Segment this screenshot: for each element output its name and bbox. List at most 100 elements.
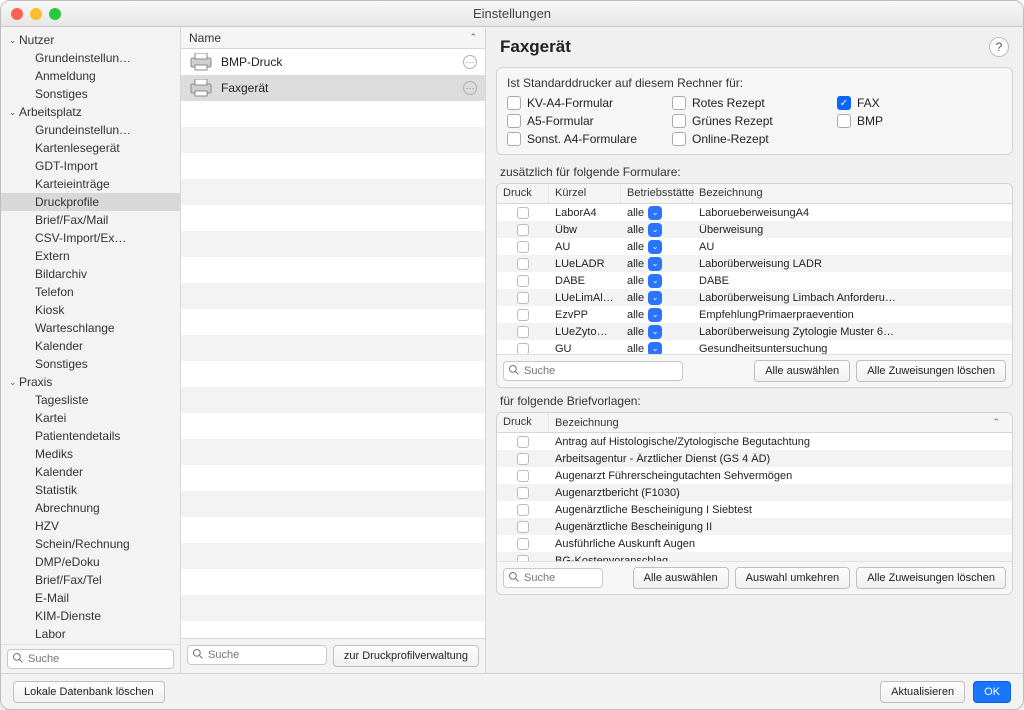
- popup-arrow-icon[interactable]: ⌄: [648, 308, 662, 322]
- forms-select-all-button[interactable]: Alle auswählen: [754, 360, 850, 382]
- sidebar-item[interactable]: Grundeinstellun…: [1, 49, 180, 67]
- row-checkbox[interactable]: [517, 207, 529, 219]
- profile-row[interactable]: Faxgerät⋯: [181, 75, 485, 101]
- col-bez-header[interactable]: Bezeichnung: [693, 184, 1012, 203]
- table-row[interactable]: Augenarzt Führerscheingutachten Sehvermö…: [497, 467, 1012, 484]
- sidebar-group[interactable]: ⌄Praxis: [1, 373, 180, 391]
- sidebar-item[interactable]: Grundeinstellun…: [1, 121, 180, 139]
- col-druck-header[interactable]: Druck: [497, 413, 549, 432]
- sidebar-item[interactable]: Sonstiges: [1, 85, 180, 103]
- sidebar-group[interactable]: ⌄Arbeitsplatz: [1, 103, 180, 121]
- sidebar-item[interactable]: Brief/Fax/Tel: [1, 571, 180, 589]
- default-printer-checkbox[interactable]: BMP: [837, 114, 1002, 128]
- default-printer-checkbox[interactable]: KV-A4-Formular: [507, 96, 672, 110]
- sidebar-item[interactable]: Tagesliste: [1, 391, 180, 409]
- row-checkbox[interactable]: [517, 538, 529, 550]
- sidebar-item[interactable]: Patientendetails: [1, 427, 180, 445]
- letters-invert-button[interactable]: Auswahl umkehren: [735, 567, 851, 589]
- default-printer-checkbox[interactable]: Grünes Rezept: [672, 114, 837, 128]
- default-printer-checkbox[interactable]: ✓FAX: [837, 96, 1002, 110]
- list-header[interactable]: Name ⌃: [181, 27, 485, 49]
- table-row[interactable]: Augenärztliche Bescheinigung I Siebtest: [497, 501, 1012, 518]
- info-badge-icon[interactable]: ⋯: [463, 81, 477, 95]
- popup-arrow-icon[interactable]: ⌄: [648, 342, 662, 355]
- sidebar-item[interactable]: Bildarchiv: [1, 265, 180, 283]
- sidebar-item[interactable]: Brief/Fax/Mail: [1, 211, 180, 229]
- row-checkbox[interactable]: [517, 521, 529, 533]
- sidebar-item[interactable]: Mediks: [1, 445, 180, 463]
- row-checkbox[interactable]: [517, 224, 529, 236]
- row-checkbox[interactable]: [517, 292, 529, 304]
- sidebar-item[interactable]: Extern: [1, 247, 180, 265]
- sidebar-item[interactable]: Kiosk: [1, 301, 180, 319]
- table-row[interactable]: Augenärztliche Bescheinigung II: [497, 518, 1012, 535]
- col-bez-header[interactable]: Bezeichnung⌃: [549, 413, 1012, 432]
- table-row[interactable]: LUeLimAl…alle⌄Laborüberweisung Limbach A…: [497, 289, 1012, 306]
- table-row[interactable]: EzvPPalle⌄EmpfehlungPrimaerpraevention: [497, 306, 1012, 323]
- table-row[interactable]: LaborA4alle⌄LaborueberweisungA4: [497, 204, 1012, 221]
- popup-arrow-icon[interactable]: ⌄: [648, 223, 662, 237]
- col-kuerzel-header[interactable]: Kürzel: [549, 184, 621, 203]
- row-checkbox[interactable]: [517, 343, 529, 355]
- popup-arrow-icon[interactable]: ⌄: [648, 325, 662, 339]
- sidebar-item[interactable]: Telefon: [1, 283, 180, 301]
- default-printer-checkbox[interactable]: Online-Rezept: [672, 132, 837, 146]
- sidebar-item[interactable]: Kalender: [1, 463, 180, 481]
- row-checkbox[interactable]: [517, 436, 529, 448]
- popup-arrow-icon[interactable]: ⌄: [648, 274, 662, 288]
- popup-arrow-icon[interactable]: ⌄: [648, 206, 662, 220]
- sidebar-item[interactable]: HZV: [1, 517, 180, 535]
- row-checkbox[interactable]: [517, 258, 529, 270]
- sidebar-item[interactable]: Warteschlange: [1, 319, 180, 337]
- row-checkbox[interactable]: [517, 453, 529, 465]
- table-row[interactable]: Ausführliche Auskunft Augen: [497, 535, 1012, 552]
- sidebar-item[interactable]: E-Mail: [1, 589, 180, 607]
- sidebar-item[interactable]: Karteieinträge: [1, 175, 180, 193]
- ok-button[interactable]: OK: [973, 681, 1011, 703]
- table-row[interactable]: GUalle⌄Gesundheitsuntersuchung: [497, 340, 1012, 354]
- row-checkbox[interactable]: [517, 470, 529, 482]
- table-row[interactable]: Übwalle⌄Überweisung: [497, 221, 1012, 238]
- sidebar-item[interactable]: Schein/Rechnung: [1, 535, 180, 553]
- row-checkbox[interactable]: [517, 326, 529, 338]
- help-button[interactable]: ?: [989, 37, 1009, 57]
- col-bs-header[interactable]: Betriebsstätte: [621, 184, 693, 203]
- info-badge-icon[interactable]: ⋯: [463, 55, 477, 69]
- letters-clear-button[interactable]: Alle Zuweisungen löschen: [856, 567, 1006, 589]
- default-printer-checkbox[interactable]: Sonst. A4-Formulare: [507, 132, 672, 146]
- table-row[interactable]: AUalle⌄AU: [497, 238, 1012, 255]
- sidebar-item[interactable]: Kartei: [1, 409, 180, 427]
- table-row[interactable]: Augenarztbericht (F1030): [497, 484, 1012, 501]
- manage-profiles-button[interactable]: zur Druckprofilverwaltung: [333, 645, 479, 667]
- sidebar-item[interactable]: Druckprofile: [1, 193, 180, 211]
- sidebar-item[interactable]: Anmeldung: [1, 67, 180, 85]
- row-checkbox[interactable]: [517, 275, 529, 287]
- row-checkbox[interactable]: [517, 504, 529, 516]
- table-row[interactable]: LUeLADRalle⌄Laborüberweisung LADR: [497, 255, 1012, 272]
- refresh-button[interactable]: Aktualisieren: [880, 681, 965, 703]
- popup-arrow-icon[interactable]: ⌄: [648, 291, 662, 305]
- sidebar-item[interactable]: Labor: [1, 625, 180, 643]
- row-checkbox[interactable]: [517, 487, 529, 499]
- table-row[interactable]: Antrag auf Histologische/Zytologische Be…: [497, 433, 1012, 450]
- table-row[interactable]: BG-Kostenvoranschlag: [497, 552, 1012, 561]
- letters-select-all-button[interactable]: Alle auswählen: [633, 567, 729, 589]
- sidebar-item[interactable]: Abrechnung: [1, 499, 180, 517]
- delete-local-db-button[interactable]: Lokale Datenbank löschen: [13, 681, 165, 703]
- sidebar-item[interactable]: DMP/eDoku: [1, 553, 180, 571]
- sidebar-group[interactable]: ⌄Nutzer: [1, 31, 180, 49]
- default-printer-checkbox[interactable]: Rotes Rezept: [672, 96, 837, 110]
- popup-arrow-icon[interactable]: ⌄: [648, 257, 662, 271]
- sidebar-item[interactable]: GDT-Import: [1, 157, 180, 175]
- sidebar-search-input[interactable]: [7, 649, 174, 669]
- col-druck-header[interactable]: Druck: [497, 184, 549, 203]
- row-checkbox[interactable]: [517, 309, 529, 321]
- profile-list[interactable]: BMP-Druck⋯Faxgerät⋯: [181, 49, 485, 638]
- forms-search-input[interactable]: [503, 361, 683, 381]
- sidebar-item[interactable]: KIM-Dienste: [1, 607, 180, 625]
- table-row[interactable]: Arbeitsagentur - Ärztlicher Dienst (GS 4…: [497, 450, 1012, 467]
- table-row[interactable]: DABEalle⌄DABE: [497, 272, 1012, 289]
- sidebar-item[interactable]: CSV-Import/Ex…: [1, 229, 180, 247]
- sidebar-item[interactable]: Statistik: [1, 481, 180, 499]
- forms-clear-button[interactable]: Alle Zuweisungen löschen: [856, 360, 1006, 382]
